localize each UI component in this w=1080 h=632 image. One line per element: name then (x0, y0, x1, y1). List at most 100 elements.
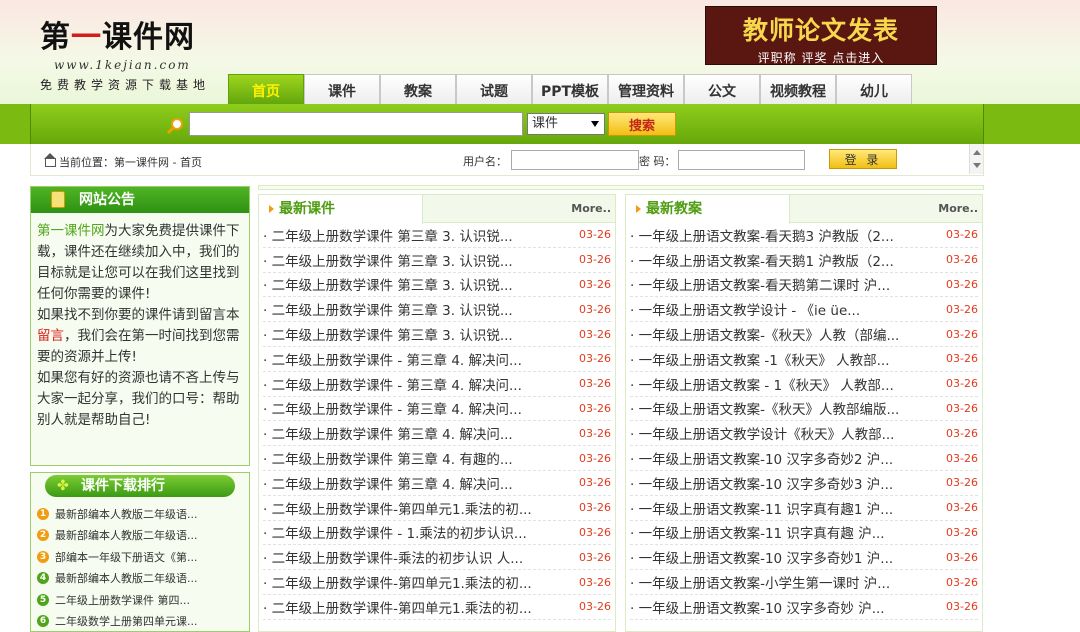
nav-tab-documents[interactable]: 公文 (684, 74, 760, 106)
list-item[interactable]: · 一年级上册语文教案-10 汉字多奇妙3 沪...03-26 (630, 471, 978, 496)
ranking-item[interactable]: 1最新部编本人教版二年级语... (31, 503, 249, 525)
list-item[interactable]: · 一年级上册语文教案-看天鹅1 沪教版（2...03-26 (630, 248, 978, 273)
ranking-item[interactable]: 6二年级数学上册第四单元课... (31, 611, 249, 632)
item-title-link[interactable]: · 二年级上册数学课件 - 第三章 4. 解决问... (263, 374, 522, 394)
list-item[interactable]: · 一年级上册语文教案 -1《秋天》 人教部...03-26 (630, 347, 978, 372)
ranking-item[interactable]: 2最新部编本人教版二年级语... (31, 525, 249, 547)
list-item[interactable]: · 二年级上册数学课件 第三章 4. 解决问...03-26 (263, 471, 611, 496)
ranking-item-title[interactable]: 最新部编本人教版二年级语... (55, 506, 198, 522)
login-button[interactable]: 登 录 (829, 149, 897, 169)
nav-tab-lesson-plans[interactable]: 教案 (380, 74, 456, 106)
item-title-link[interactable]: · 二年级上册数学课件-第四单元1.乘法的初... (263, 597, 532, 617)
list-item[interactable]: · 一年级上册语文教学设计《秋天》人教部...03-26 (630, 421, 978, 446)
ranking-item-title[interactable]: 最新部编本人教版二年级语... (55, 527, 198, 543)
site-logo[interactable]: 第一课件网 www.1kejian.com 免费教学资源下载基地 (40, 12, 230, 93)
item-title-link[interactable]: · 二年级上册数学课件 第三章 3. 认识锐... (263, 225, 513, 245)
list-item[interactable]: · 二年级上册数学课件-乘法的初步认识 人...03-26 (263, 545, 611, 570)
ranking-item-title[interactable]: 部编本一年级下册语文《第... (55, 549, 198, 565)
list-item[interactable]: · 二年级上册数学课件-第四单元1.乘法的初...03-26 (263, 570, 611, 595)
site-name-link[interactable]: 第一课件网 (37, 223, 105, 239)
list-item[interactable]: · 二年级上册数学课件-第四单元1.乘法的初...03-26 (263, 595, 611, 620)
item-title-link[interactable]: · 二年级上册数学课件 - 1.乘法的初步认识... (263, 522, 527, 542)
search-input[interactable] (189, 112, 523, 136)
ranking-item-title[interactable]: 二年级上册数学课件 第四... (55, 592, 190, 608)
list-item[interactable]: · 二年级上册数学课件-第四单元1.乘法的初...03-26 (263, 496, 611, 521)
item-title-link[interactable]: · 二年级上册数学课件-第四单元1.乘法的初... (263, 572, 532, 592)
item-title-link[interactable]: · 二年级上册数学课件 - 第三章 4. 解决问... (263, 349, 522, 369)
ranking-item-title[interactable]: 最新部编本人教版二年级语... (55, 570, 198, 586)
guestbook-link[interactable]: 留言 (37, 328, 64, 344)
list-item[interactable]: · 二年级上册数学课件 第三章 4. 解决问...03-26 (263, 421, 611, 446)
list-item[interactable]: · 一年级上册语文教案-11 识字真有趣 沪...03-26 (630, 521, 978, 546)
list-item[interactable]: · 二年级上册数学课件 - 第三章 4. 解决问...03-26 (263, 397, 611, 422)
list-item[interactable]: · 二年级上册数学课件 第三章 4. 有趣的...03-26 (263, 446, 611, 471)
item-title-link[interactable]: · 二年级上册数学课件-第四单元1.乘法的初... (263, 498, 532, 518)
ranking-item[interactable]: 3部编本一年级下册语文《第... (31, 546, 249, 568)
more-link[interactable]: More.. (571, 202, 611, 215)
item-title-link[interactable]: · 二年级上册数学课件 第三章 3. 认识锐... (263, 299, 513, 319)
nav-tab-tests[interactable]: 试题 (456, 74, 532, 106)
ranking-item[interactable]: 5二年级上册数学课件 第四... (31, 589, 249, 611)
item-title-link[interactable]: · 一年级上册语文教案-看天鹅3 沪教版（2... (630, 225, 894, 245)
item-title-link[interactable]: · 一年级上册语文教案-10 汉字多奇妙1 沪... (630, 547, 893, 567)
nav-tab-ppt-templates[interactable]: PPT模板 (532, 74, 608, 106)
list-item[interactable]: · 二年级上册数学课件 第三章 3. 认识锐...03-26 (263, 223, 611, 248)
item-title-link[interactable]: · 二年级上册数学课件 - 第三章 4. 解决问... (263, 398, 522, 418)
list-item[interactable]: · 一年级上册语文教案-《秋天》人教（部编...03-26 (630, 322, 978, 347)
search-button[interactable]: 搜索 (608, 112, 676, 136)
list-item[interactable]: · 二年级上册数学课件 - 1.乘法的初步认识...03-26 (263, 521, 611, 546)
nav-tab-preschool[interactable]: 幼儿 (836, 74, 912, 106)
list-item[interactable]: · 二年级上册数学课件 第三章 3. 认识锐...03-26 (263, 248, 611, 273)
item-title-link[interactable]: · 一年级上册语文教案-10 汉字多奇妙2 沪... (630, 448, 893, 468)
item-title-link[interactable]: · 二年级上册数学课件 第三章 4. 解决问... (263, 423, 513, 443)
item-title-link[interactable]: · 二年级上册数学课件 第三章 3. 认识锐... (263, 250, 513, 270)
item-title-link[interactable]: · 一年级上册语文教案-看天鹅第二课时 沪... (630, 274, 890, 294)
list-item[interactable]: · 一年级上册语文教案-10 汉字多奇妙2 沪...03-26 (630, 446, 978, 471)
nav-tab-courseware[interactable]: 课件 (304, 74, 380, 106)
item-title-link[interactable]: · 一年级上册语文教学设计《秋天》人教部... (630, 423, 894, 443)
scroll-up-icon[interactable] (973, 150, 981, 155)
item-title-link[interactable]: · 一年级上册语文教案-10 汉字多奇妙 沪... (630, 597, 885, 617)
panel-tab-latest-lessons[interactable]: 最新教案 (626, 195, 790, 224)
list-item[interactable]: · 一年级上册语文教学设计 - 《ie üe...03-26 (630, 297, 978, 322)
list-item[interactable]: · 二年级上册数学课件 - 第三章 4. 解决问...03-26 (263, 372, 611, 397)
item-title-link[interactable]: · 一年级上册语文教案 -1《秋天》 人教部... (630, 349, 890, 369)
item-title-link[interactable]: · 一年级上册语文教案-《秋天》人教部编版... (630, 398, 899, 418)
list-item[interactable]: · 一年级上册语文教案-小学生第一课时 沪...03-26 (630, 570, 978, 595)
item-title-link[interactable]: · 一年级上册语文教案-11 识字真有趣 沪... (630, 522, 885, 542)
scrollbar[interactable] (969, 144, 983, 174)
item-title-link[interactable]: · 一年级上册语文教案-看天鹅1 沪教版（2... (630, 250, 894, 270)
item-title-link[interactable]: · 二年级上册数学课件 第三章 3. 认识锐... (263, 274, 513, 294)
item-title-link[interactable]: · 一年级上册语文教案 - 1《秋天》 人教部... (630, 374, 894, 394)
item-title-link[interactable]: · 二年级上册数学课件 第三章 3. 认识锐... (263, 324, 513, 344)
list-item[interactable]: · 一年级上册语文教案-《秋天》人教部编版...03-26 (630, 397, 978, 422)
more-link[interactable]: More.. (938, 202, 978, 215)
item-title-link[interactable]: · 一年级上册语文教案-《秋天》人教（部编... (630, 324, 899, 344)
list-item[interactable]: · 一年级上册语文教案-11 识字真有趣1 沪...03-26 (630, 496, 978, 521)
panel-tab-latest-courseware[interactable]: 最新课件 (259, 195, 423, 224)
list-item[interactable]: · 二年级上册数学课件 第三章 3. 认识锐...03-26 (263, 322, 611, 347)
list-item[interactable]: · 一年级上册语文教案-看天鹅3 沪教版（2...03-26 (630, 223, 978, 248)
item-title-link[interactable]: · 二年级上册数学课件 第三章 4. 解决问... (263, 473, 513, 493)
list-item[interactable]: · 一年级上册语文教案-10 汉字多奇妙 沪...03-26 (630, 595, 978, 620)
ranking-item[interactable]: 4最新部编本人教版二年级语... (31, 568, 249, 590)
list-item[interactable]: · 二年级上册数学课件 第三章 3. 认识锐...03-26 (263, 297, 611, 322)
username-field[interactable] (511, 150, 639, 170)
scroll-down-icon[interactable] (973, 163, 981, 168)
paper-publish-banner[interactable]: 教师论文发表 评职称 评奖 点击进入 (705, 6, 937, 65)
item-title-link[interactable]: · 一年级上册语文教案-10 汉字多奇妙3 沪... (630, 473, 893, 493)
item-title-link[interactable]: · 二年级上册数学课件 第三章 4. 有趣的... (263, 448, 513, 468)
item-title-link[interactable]: · 一年级上册语文教学设计 - 《ie üe... (630, 299, 860, 319)
nav-tab-management[interactable]: 管理资料 (608, 74, 684, 106)
item-title-link[interactable]: · 一年级上册语文教案-小学生第一课时 沪... (630, 572, 890, 592)
list-item[interactable]: · 一年级上册语文教案-看天鹅第二课时 沪...03-26 (630, 273, 978, 298)
nav-tab-home[interactable]: 首页 (228, 74, 304, 106)
password-field[interactable] (678, 150, 805, 170)
nav-tab-video-tutorials[interactable]: 视频教程 (760, 74, 836, 106)
item-title-link[interactable]: · 一年级上册语文教案-11 识字真有趣1 沪... (630, 498, 893, 518)
search-category-select[interactable]: 课件 (527, 113, 605, 135)
list-item[interactable]: · 二年级上册数学课件 第三章 3. 认识锐...03-26 (263, 273, 611, 298)
list-item[interactable]: · 一年级上册语文教案-10 汉字多奇妙1 沪...03-26 (630, 545, 978, 570)
list-item[interactable]: · 二年级上册数学课件 - 第三章 4. 解决问...03-26 (263, 347, 611, 372)
ranking-item-title[interactable]: 二年级数学上册第四单元课... (55, 613, 198, 629)
